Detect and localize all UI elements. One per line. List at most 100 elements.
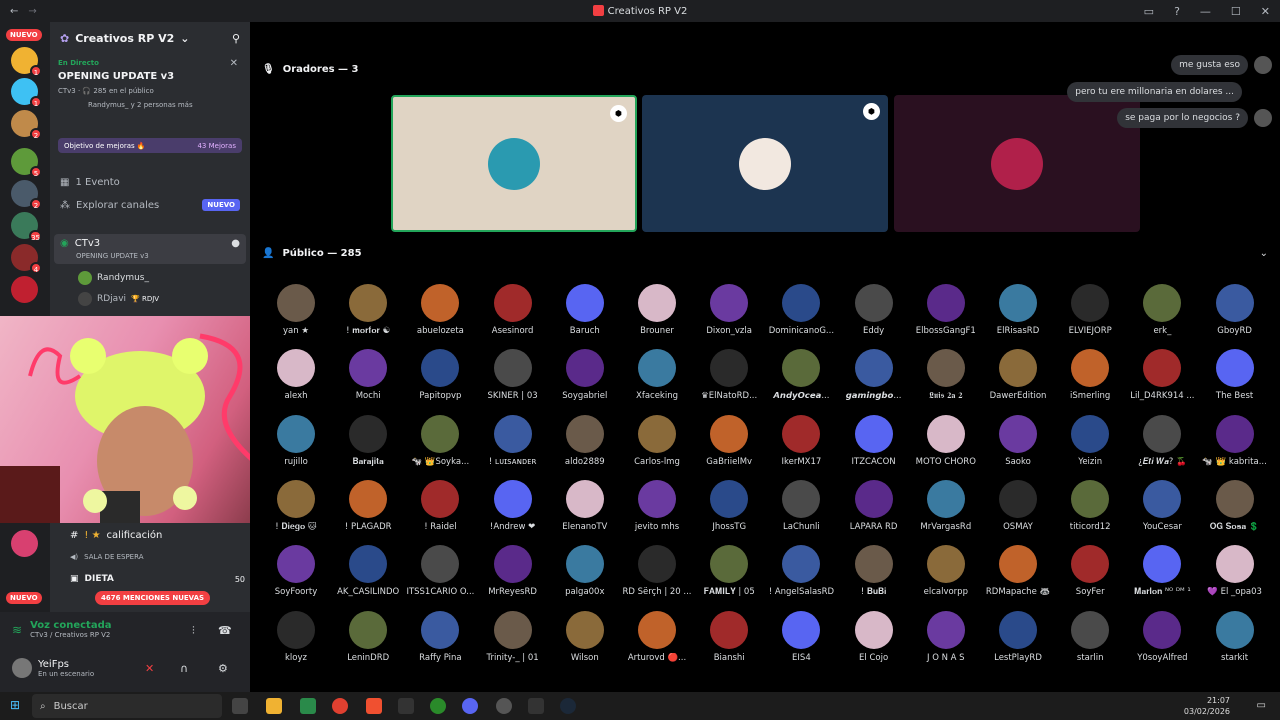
chat-bubble-icon[interactable]: ●: [231, 238, 240, 249]
voice-user[interactable]: Randymus_: [78, 271, 149, 285]
speaker-tile[interactable]: ⬢: [391, 95, 637, 232]
audience-member[interactable]: 𝐅𝐀𝐌𝐈𝐋𝐘 | 05: [693, 545, 765, 597]
audience-member[interactable]: elcalvorpp: [910, 545, 982, 597]
steam-icon[interactable]: [560, 698, 576, 714]
speaker-tile[interactable]: ⬢: [642, 95, 888, 232]
audience-member[interactable]: titicord12: [1054, 479, 1126, 532]
audience-member[interactable]: 𝘼𝙣𝙙𝙮𝙊𝙘𝙚𝙖...: [765, 349, 837, 401]
audience-member[interactable]: Papitopvp: [404, 349, 476, 401]
audience-member[interactable]: ELVIEJORP: [1054, 284, 1126, 336]
audience-member[interactable]: Dixon_vzla: [693, 284, 765, 336]
voice-user[interactable]: RDjavi 🏆 RDJV: [78, 292, 159, 306]
audience-member[interactable]: ! AngelSalasRD: [765, 545, 837, 597]
server-header[interactable]: ✿ Creativos RP V2 ⌄ ⚲: [50, 22, 250, 54]
server-icon[interactable]: 2: [11, 180, 42, 210]
audience-member[interactable]: ! 𝐦𝐨𝐫𝐟𝐨𝐫 ☯: [332, 284, 404, 336]
channel-calificacion[interactable]: # ! ★ calificación: [60, 530, 162, 541]
audience-member[interactable]: ElbossGangF1: [910, 284, 982, 336]
audience-member[interactable]: rujillo: [260, 414, 332, 467]
audience-member[interactable]: LestPlayRD: [982, 610, 1054, 663]
audience-member[interactable]: LAPARA RD: [838, 479, 910, 532]
voice-location[interactable]: CTv3 / Creativos RP V2: [30, 631, 111, 639]
server-icon[interactable]: 1: [11, 47, 42, 77]
audience-member[interactable]: erk_: [1126, 284, 1198, 336]
audience-member[interactable]: 𝙜𝙖𝙢𝙞𝙣𝙜𝙗𝙤...: [838, 349, 910, 401]
audience-member[interactable]: DawerEdition: [982, 349, 1054, 401]
audience-member[interactable]: GboyRD: [1199, 284, 1271, 336]
events-link[interactable]: ▦ 1 Evento: [60, 177, 120, 188]
xbox-icon[interactable]: [430, 698, 446, 714]
audience-member[interactable]: Asesinord: [477, 284, 549, 336]
task-view-icon[interactable]: [232, 698, 248, 714]
notifications-icon[interactable]: ▭: [1257, 700, 1266, 711]
channel-sala-de-espera[interactable]: ◀) SALA DE ESPERA: [60, 553, 143, 561]
audience-member[interactable]: palga00x: [549, 545, 621, 597]
audience-member[interactable]: ¿𝑬𝒕𝒊 𝑾𝒂? 🍒: [1126, 414, 1198, 467]
audience-member[interactable]: RD Šërçh | 20 ...: [621, 545, 693, 597]
audience-member[interactable]: alexh: [260, 349, 332, 401]
audience-member[interactable]: 💜 El _opa03: [1199, 545, 1271, 597]
server-icon[interactable]: 2: [11, 110, 42, 140]
system-clock[interactable]: 21:07 03/02/2026: [1184, 695, 1230, 717]
audience-member[interactable]: OSMAY: [982, 479, 1054, 532]
audience-member[interactable]: EIS4: [765, 610, 837, 663]
audience-member[interactable]: MOTO CHORO: [910, 414, 982, 467]
mic-muted-icon[interactable]: ✕: [145, 662, 154, 675]
windows-start-icon[interactable]: ⊞: [10, 698, 20, 712]
audience-member[interactable]: ! PLAGADR: [332, 479, 404, 532]
capcut-icon[interactable]: [398, 698, 414, 714]
discord-icon[interactable]: [462, 698, 478, 714]
audience-member[interactable]: ♛ElNatoRD...: [693, 349, 765, 401]
channel-dieta[interactable]: ▣ DIETA 50: [60, 574, 245, 584]
audience-member[interactable]: ! ʟᴜɪsᴀɴᴅᴇʀ: [477, 414, 549, 467]
audience-member[interactable]: 𝕷𝖚𝖎𝖘 𝟐𝐚 𝟐: [910, 349, 982, 401]
chrome-icon[interactable]: [332, 698, 348, 714]
headphones-icon[interactable]: ∩: [180, 662, 188, 675]
back-arrow-icon[interactable]: ←: [10, 6, 18, 17]
audience-member[interactable]: SoyFoorty: [260, 545, 332, 597]
audience-member[interactable]: abuelozeta: [404, 284, 476, 336]
audience-member[interactable]: DominicanoG...: [765, 284, 837, 336]
audience-member[interactable]: ElRisasRD: [982, 284, 1054, 336]
audience-member[interactable]: 𝐎𝐆 𝐒𝐨𝐬𝐚 💲: [1199, 479, 1271, 532]
audience-member[interactable]: Arturovd 🔴...: [621, 610, 693, 663]
audience-member[interactable]: Brouner: [621, 284, 693, 336]
audience-member[interactable]: Y0soyAlfred: [1126, 610, 1198, 663]
server-icon[interactable]: 4: [11, 244, 42, 274]
maximize-icon[interactable]: ☐: [1231, 5, 1241, 18]
disconnect-icon[interactable]: ☎: [218, 624, 232, 637]
file-explorer-icon[interactable]: [266, 698, 282, 714]
audience-member[interactable]: SKINER | 03: [477, 349, 549, 401]
audience-member[interactable]: ! 𝐁𝐮𝐁𝐢: [838, 545, 910, 597]
speaker-tile[interactable]: [894, 95, 1140, 232]
audience-member[interactable]: !Andrew ❤: [477, 479, 549, 532]
audience-member[interactable]: RDMapache 🦝: [982, 545, 1054, 597]
audience-member[interactable]: The Best: [1199, 349, 1271, 401]
audience-member[interactable]: MrReyesRD: [477, 545, 549, 597]
audience-member[interactable]: IkerMX17: [765, 414, 837, 467]
audience-member[interactable]: Xfaceking: [621, 349, 693, 401]
audience-member[interactable]: Eddy: [838, 284, 910, 336]
brave-icon[interactable]: [366, 698, 382, 714]
audience-member[interactable]: JhossTG: [693, 479, 765, 532]
audience-member[interactable]: Mochi: [332, 349, 404, 401]
audience-member[interactable]: ITSS1CARIO O...: [404, 545, 476, 597]
audience-member[interactable]: yan ★: [260, 284, 332, 336]
new-mentions-badge[interactable]: NUEVO: [6, 592, 42, 604]
audience-member[interactable]: El Cojo: [838, 610, 910, 663]
audience-member[interactable]: ! Raidel: [404, 479, 476, 532]
audience-member[interactable]: LaChunli: [765, 479, 837, 532]
audience-member[interactable]: AK_CASILINDO: [332, 545, 404, 597]
close-icon[interactable]: ✕: [230, 58, 238, 69]
audience-member[interactable]: aldo2889: [549, 414, 621, 467]
audience-member[interactable]: 𝐌𝐚𝐫𝐥𝐨𝐧 ᴺᴼ ᴰᴹ ¹: [1126, 545, 1198, 597]
audience-member[interactable]: Lil_D4RK914 ...: [1126, 349, 1198, 401]
audience-member[interactable]: starlin: [1054, 610, 1126, 663]
audience-member[interactable]: Yeizin: [1054, 414, 1126, 467]
audience-member[interactable]: LeninDRD: [332, 610, 404, 663]
obs-icon[interactable]: [496, 698, 512, 714]
audience-member[interactable]: J O N A S: [910, 610, 982, 663]
audience-member[interactable]: Raffy Pina: [404, 610, 476, 663]
audience-member[interactable]: kloyz: [260, 610, 332, 663]
forward-arrow-icon[interactable]: →: [28, 6, 36, 17]
